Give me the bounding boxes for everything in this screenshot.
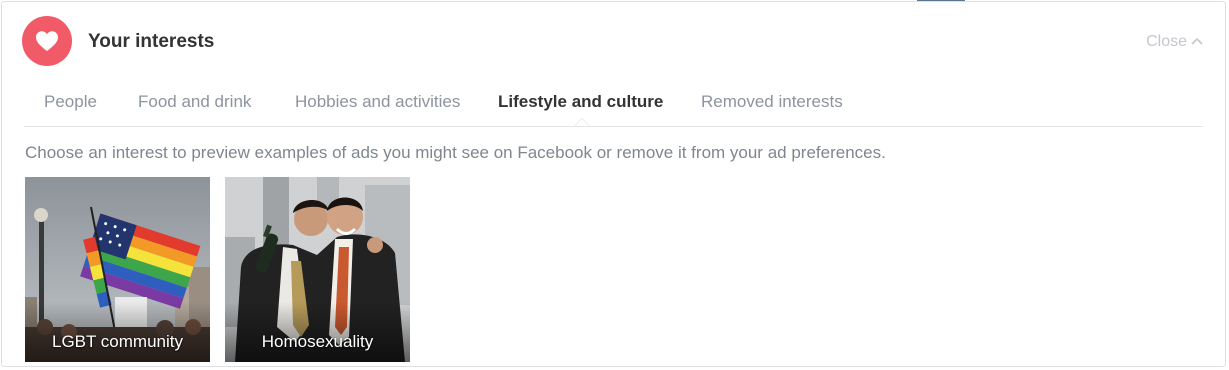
tab-hobbies-and-activities[interactable]: Hobbies and activities <box>295 92 460 112</box>
page-title: Your interests <box>88 31 215 52</box>
chevron-up-icon <box>1191 32 1203 50</box>
interest-tile-homosexuality[interactable]: Homosexuality <box>225 177 410 362</box>
tab-removed-interests[interactable]: Removed interests <box>701 92 843 112</box>
tab-food-and-drink[interactable]: Food and drink <box>138 92 251 112</box>
tab-lifestyle-and-culture[interactable]: Lifestyle and culture <box>498 92 663 112</box>
close-label: Close <box>1146 33 1187 50</box>
tab-people[interactable]: People <box>44 92 97 112</box>
interests-description: Choose an interest to preview examples o… <box>25 143 886 162</box>
interests-panel: Your interests Close People Food and dri… <box>1 1 1226 367</box>
interest-tile-lgbt-community[interactable]: LGBT community <box>25 177 210 362</box>
close-button[interactable]: Close <box>1146 32 1203 51</box>
heart-icon <box>22 16 72 66</box>
panel-header: Your interests Close <box>22 16 1203 68</box>
interest-label: Homosexuality <box>261 332 374 351</box>
interest-label: LGBT community <box>51 332 183 351</box>
active-tab-indicator <box>574 118 590 126</box>
interest-category-tabs: People Food and drink Hobbies and activi… <box>24 88 1203 127</box>
